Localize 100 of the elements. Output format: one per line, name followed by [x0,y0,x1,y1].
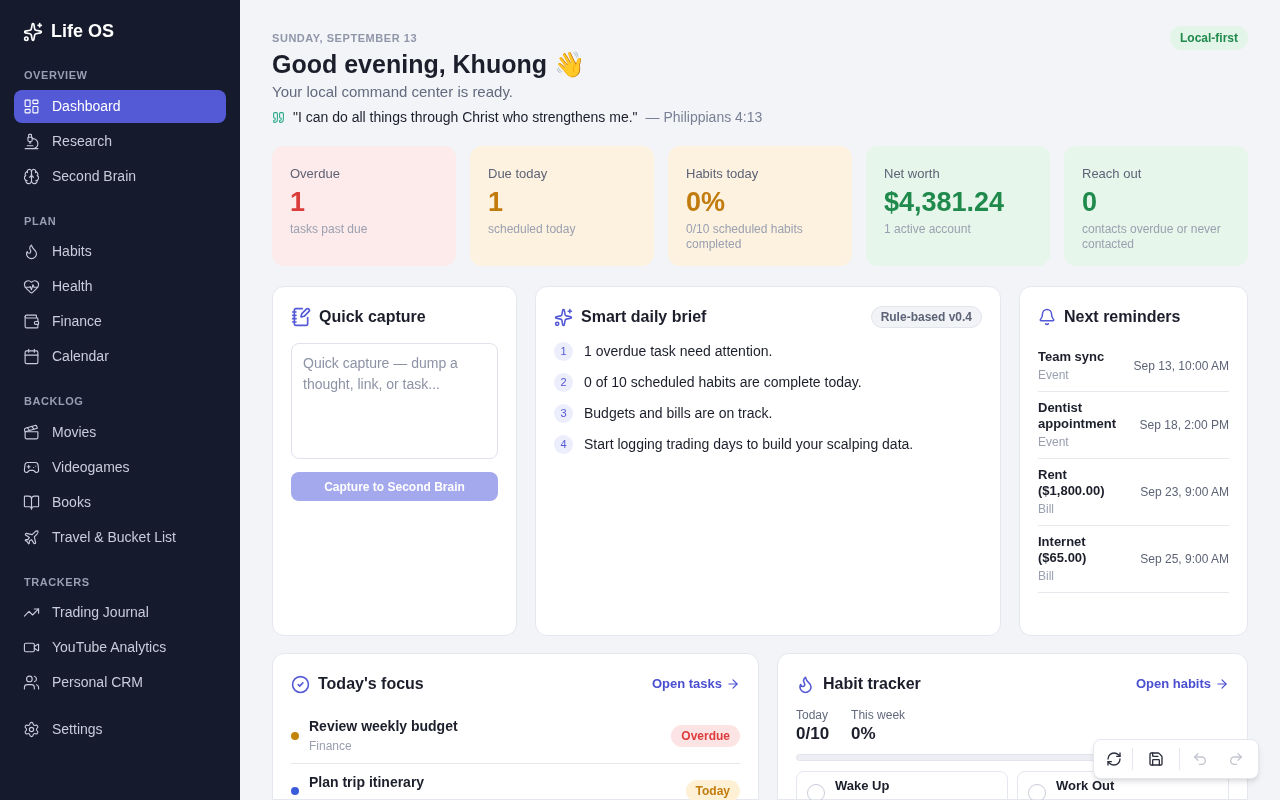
stat-value: 0 [1082,185,1099,219]
stat-note: scheduled today [488,221,577,237]
brain-icon [23,167,40,185]
date-label: SUNDAY, SEPTEMBER 13 [272,31,419,46]
nav-item[interactable]: Personal CRM [14,666,226,699]
nav-item[interactable]: Second Brain [14,159,226,193]
reminder-title: Rent ($1,800.00) [1038,467,1106,499]
reminder-type: Event [1038,367,1070,383]
quote-text: "I can do all things through Christ who strengthens me." [293,108,638,127]
subtitle: Your local command center is ready. [272,81,514,102]
heart-icon [23,278,40,295]
reminder-time: Sep 23, 9:00 AM [1140,484,1229,501]
stat-label: This week [851,707,906,724]
people-icon [23,674,40,691]
refresh-icon [1106,751,1122,767]
step-number: 3 [554,404,573,423]
stat-note: tasks past due [290,221,369,237]
section-heading: OVERVIEW [23,68,89,83]
save-icon [1148,751,1164,767]
nav-item[interactable]: Videogames [14,450,226,484]
grid-icon [23,97,40,115]
nav-item[interactable]: Dashboard [14,89,226,123]
brief-item: Budgets and bills are on track. [584,404,773,423]
quote-source: — Philippians 4:13 [645,108,763,127]
reminder-title: Dentist appointment [1038,400,1117,432]
brief-item: 0 of 10 scheduled habits are complete today. [584,373,862,392]
reminder-title: Team sync [1038,349,1106,365]
microscope-icon [23,132,40,150]
greeting: Good evening, Khuong 👋 [272,48,586,79]
nav-item[interactable]: Travel & Bucket List [14,520,226,554]
reminder-type: Bill [1038,568,1055,584]
app-name: Life OS [51,20,114,43]
section-heading: BACKLOG [23,394,85,409]
clapperboard-icon [23,423,40,441]
stat-value: 0/10 [796,724,830,744]
arrow-icon [726,677,740,691]
flame-icon [23,243,40,260]
step-number: 1 [554,342,573,361]
card-title: Habit tracker [823,674,921,694]
stat-label: Reach out [1082,165,1143,183]
nav-item[interactable]: Trading Journal [14,596,226,629]
plane-icon [23,528,40,546]
habit-item[interactable]: Wake Up [796,771,1008,800]
task-title: Plan trip itinerary [309,773,425,792]
nav-item[interactable]: Movies [14,415,226,449]
quote-icon [272,111,285,124]
nav-item[interactable]: Research [14,124,226,158]
card-title: Next reminders [1064,307,1181,327]
version-badge: Rule-based v0.4 [870,306,982,328]
reminder-time: Sep 18, 2:00 PM [1139,417,1229,434]
card-title: Today's focus [318,674,424,694]
stat-note: 1 active account [884,221,972,237]
stat-value: 0% [851,724,877,744]
sparkle-icon [554,307,573,327]
flame-icon [796,674,815,694]
stat-note: contacts overdue or never contacted [1082,221,1222,252]
notebook-icon [291,307,311,327]
reminder-time: Sep 13, 10:00 AM [1133,358,1229,375]
status-badge: Local-first [1170,26,1248,50]
task-area: Finance [309,737,458,755]
wallet-icon [23,313,40,330]
stat-label: Habits today [686,165,760,183]
stat-value: $4,381.24 [884,185,1006,219]
stat-label: Net worth [884,165,941,183]
open-tasks-link[interactable]: Open tasks [651,674,740,694]
status-badge: Overdue [671,724,740,747]
stat-value: 1 [488,185,505,219]
card-title: Smart daily brief [581,307,707,327]
settings-icon [23,721,40,738]
bell-icon [1038,308,1056,326]
section-heading: TRACKERS [23,574,91,590]
nav-item[interactable]: Finance [14,305,226,338]
stat-value: 1 [290,185,307,219]
reminder-time: Sep 25, 9:00 AM [1140,551,1229,568]
nav-item[interactable]: Calendar [14,340,226,373]
nav-item[interactable]: Habits [14,235,226,268]
step-number: 2 [554,373,573,392]
sparkle-icon [23,21,43,42]
calendar-icon [23,348,40,365]
reminder-type: Bill [1038,501,1055,517]
task-title: Review weekly budget [309,717,458,736]
reminder-type: Event [1038,434,1070,450]
nav-item[interactable]: Settings [14,713,226,746]
capture-field[interactable]: Quick capture — dump a thought, link, or task... [291,343,498,459]
nav-item[interactable]: Books [14,485,226,519]
brief-item: 1 overdue task need attention. [584,342,773,361]
stat-label: Today [796,707,830,724]
book-icon [23,493,40,511]
nav-item[interactable]: YouTube Analytics [14,631,226,664]
nav-item[interactable]: Health [14,270,226,303]
undo-icon [1192,751,1208,767]
stat-value: 0% [686,185,727,219]
stat-note: 0/10 scheduled habits completed [686,221,804,252]
check-circle-icon [291,674,310,694]
section-heading: PLAN [23,213,58,229]
open-habits-link[interactable]: Open habits [1135,674,1229,694]
card-title: Quick capture [319,307,426,327]
redo-icon [1228,751,1244,767]
reminder-title: Internet ($65.00) [1038,534,1088,566]
habit-name: Work Out [1056,778,1115,793]
